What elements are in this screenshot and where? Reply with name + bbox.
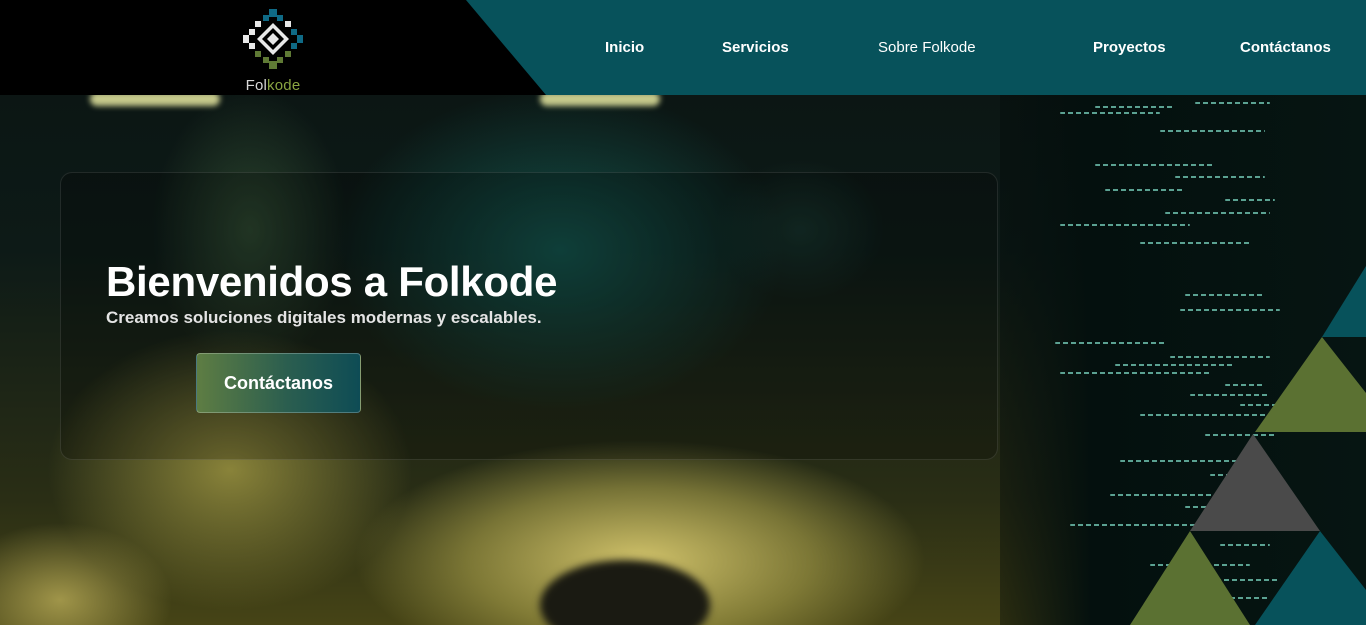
code-line — [1160, 130, 1265, 132]
nav-item-proyectos[interactable]: Proyectos — [1093, 39, 1166, 56]
code-line — [1095, 106, 1175, 108]
folkode-diamond-logo-icon — [240, 8, 306, 70]
code-line — [1185, 294, 1265, 296]
code-line — [1195, 102, 1270, 104]
code-line — [1055, 342, 1165, 344]
code-line — [1170, 356, 1270, 358]
code-line — [1210, 474, 1270, 476]
code-line — [1150, 564, 1250, 566]
computer-mouse-shape — [540, 560, 710, 625]
nav-item-servicios[interactable]: Servicios — [722, 39, 789, 56]
brand-logo[interactable]: Folkode — [240, 8, 306, 94]
code-line — [1165, 212, 1270, 214]
code-line — [1200, 579, 1280, 581]
code-line — [1180, 309, 1280, 311]
code-line — [1175, 176, 1265, 178]
code-line — [1105, 189, 1185, 191]
code-line — [1190, 394, 1270, 396]
code-line — [1140, 414, 1280, 416]
code-line — [1060, 372, 1210, 374]
brand-name: Folkode — [245, 77, 301, 94]
code-line — [1060, 112, 1160, 114]
nav-item-inicio[interactable]: Inicio — [605, 39, 644, 56]
code-line — [1230, 597, 1270, 599]
code-line — [1220, 544, 1270, 546]
hero-subtitle: Creamos soluciones digitales modernas y … — [106, 308, 542, 327]
site-header: Folkode Inicio Servicios Sobre Folkode P… — [0, 0, 1366, 95]
nav-item-contactanos[interactable]: Contáctanos — [1240, 39, 1331, 56]
code-line — [1070, 524, 1210, 526]
code-line — [1095, 164, 1215, 166]
contact-cta-button[interactable]: Contáctanos — [196, 353, 361, 413]
code-line — [1225, 199, 1275, 201]
code-line — [1115, 364, 1235, 366]
hero-title: Bienvenidos a Folkode — [106, 258, 558, 305]
code-line — [1225, 384, 1265, 386]
code-line — [1240, 404, 1280, 406]
code-line — [1205, 434, 1275, 436]
code-line — [1185, 506, 1270, 508]
code-line — [1060, 224, 1190, 226]
code-monitor — [1000, 94, 1366, 625]
code-line — [1110, 494, 1260, 496]
nav-item-sobre-folkode[interactable]: Sobre Folkode — [878, 39, 976, 56]
code-line — [1140, 242, 1250, 244]
code-line — [1120, 460, 1250, 462]
